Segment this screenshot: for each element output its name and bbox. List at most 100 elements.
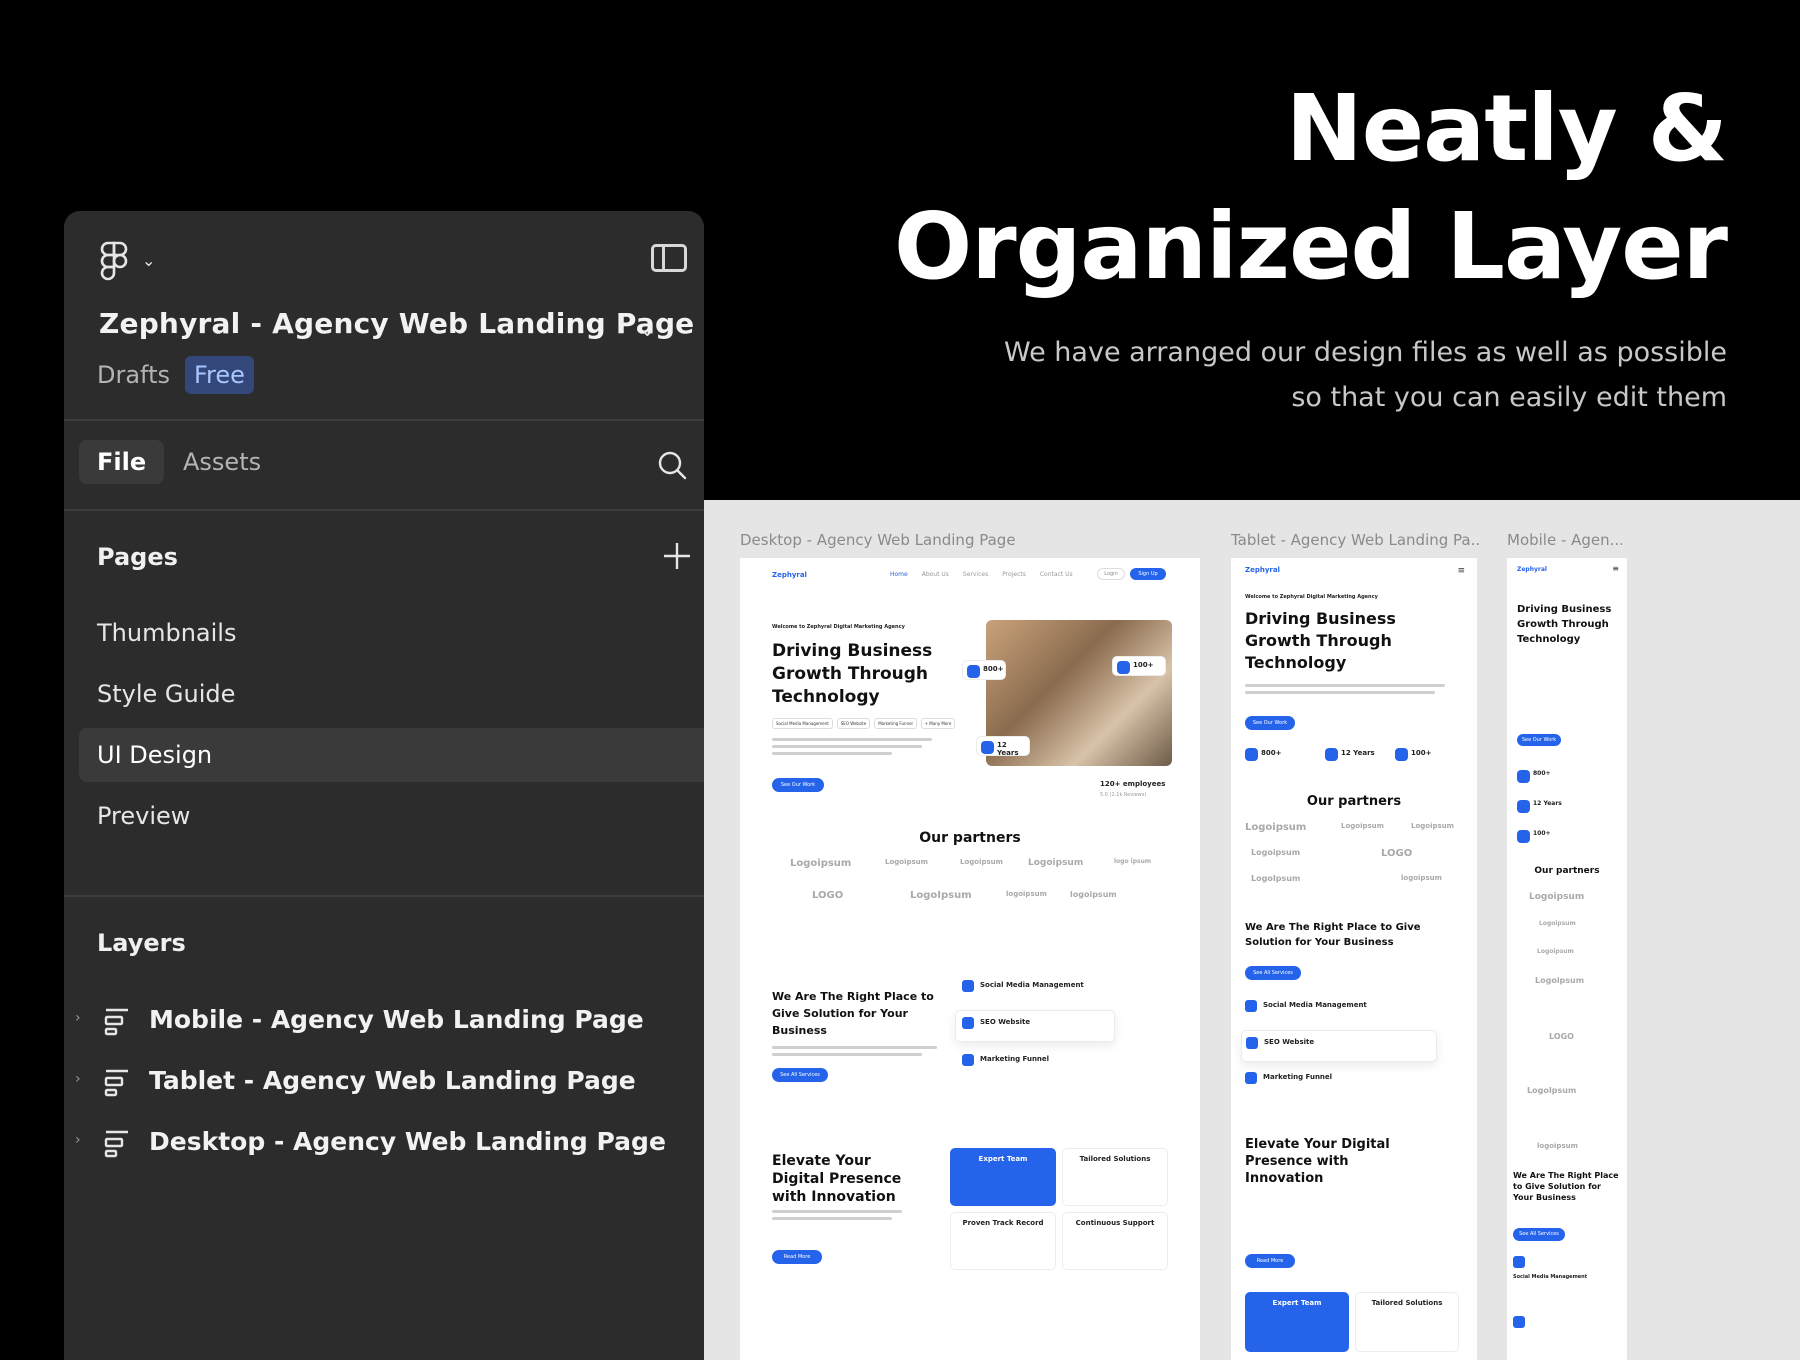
layer-row-tablet[interactable]: › Tablet - Agency Web Landing Page (64, 1055, 704, 1109)
layer-name: Tablet - Agency Web Landing Page (149, 1066, 636, 1095)
add-page-icon[interactable] (662, 541, 692, 571)
read-more-button[interactable]: Read More (772, 1250, 822, 1264)
nav-services[interactable]: Services (963, 571, 988, 578)
page-item-style-guide[interactable]: Style Guide (79, 667, 704, 721)
file-title[interactable]: Zephyral - Agency Web Landing Page (99, 307, 694, 340)
service-title: Marketing Funnel (980, 1055, 1050, 1063)
stat-icon (967, 665, 980, 678)
tab-file[interactable]: File (79, 440, 165, 484)
text-placeholder (772, 1210, 902, 1213)
feature-title: Continuous Support (1075, 1219, 1155, 1227)
service-title: SEO Website (1264, 1038, 1315, 1046)
hamburger-menu-icon[interactable]: ≡ (1457, 566, 1465, 576)
read-more-button[interactable]: Read More (1245, 1254, 1295, 1268)
login-button[interactable]: Login (1097, 568, 1125, 580)
feature-title: Expert Team (978, 1155, 1028, 1163)
tag: Marketing Funnel (874, 718, 917, 729)
stat-icon (1517, 830, 1530, 843)
layers-title: Layers (97, 929, 186, 957)
signup-button[interactable]: Sign Up (1130, 568, 1166, 580)
service-title: Marketing Funnel (1263, 1073, 1333, 1081)
text-placeholder (772, 1046, 937, 1049)
text-placeholder (1245, 684, 1445, 687)
service-title: SEO Website (980, 1018, 1031, 1026)
partner-logo: Logoipsum (790, 858, 852, 869)
service-icon (1245, 1000, 1257, 1012)
rating-text: 5.0 (2.1k Reviews) (1100, 792, 1147, 798)
partner-logo: Logoipsum (1535, 976, 1585, 985)
see-all-services-button[interactable]: See All Services (772, 1068, 828, 1082)
figma-logo-icon[interactable] (100, 241, 128, 281)
feature-card: Expert Team (950, 1148, 1056, 1206)
desktop-frame-label[interactable]: Desktop - Agency Web Landing Page (740, 531, 1080, 549)
mobile-frame[interactable]: Zephyral ≡ Driving Business Growth Throu… (1507, 558, 1627, 1360)
hamburger-menu-icon[interactable]: ≡ (1612, 564, 1619, 573)
sidebar-toggle-icon[interactable] (651, 244, 687, 272)
see-all-services-button[interactable]: See All Services (1513, 1228, 1565, 1241)
nav-about[interactable]: About Us (922, 571, 949, 578)
page-item-thumbnails[interactable]: Thumbnails (79, 606, 704, 660)
nav-contact[interactable]: Contact Us (1040, 571, 1073, 578)
stat-value: 800+ (1261, 749, 1282, 757)
stat-icon (1117, 661, 1130, 674)
feature-card: Continuous Support (1062, 1212, 1168, 1270)
nav-home[interactable]: Home (890, 571, 908, 578)
page-item-preview[interactable]: Preview (79, 789, 704, 843)
design-canvas[interactable]: Desktop - Agency Web Landing Page Tablet… (704, 500, 1800, 1360)
headline-line-2: Organized Layer (894, 193, 1728, 300)
service-icon (962, 980, 974, 992)
feature-title: Tailored Solutions (1371, 1299, 1443, 1307)
nav-projects[interactable]: Projects (1002, 571, 1026, 578)
see-our-work-button[interactable]: See Our Work (1245, 716, 1295, 730)
partner-logo: Logoipsum (1539, 920, 1576, 927)
see-all-services-button[interactable]: See All Services (1245, 966, 1301, 980)
desktop-frame[interactable]: Zephyral Home About Us Services Projects… (740, 558, 1200, 1360)
layer-row-desktop[interactable]: › Desktop - Agency Web Landing Page (64, 1116, 704, 1170)
pages-section: Pages Thumbnails Style Guide UI Design P… (64, 511, 704, 897)
text-placeholder (772, 745, 922, 748)
brand-logo: Zephyral (1245, 566, 1280, 574)
text-placeholder (772, 1053, 922, 1056)
chevron-right-icon[interactable]: › (75, 1071, 81, 1087)
stat-card: 800+ (962, 660, 1006, 680)
partner-logo: logoipsum (1537, 1142, 1578, 1150)
chevron-down-icon[interactable]: ⌄ (142, 251, 155, 270)
chevron-right-icon[interactable]: › (75, 1132, 81, 1148)
tag: SEO Website (836, 718, 871, 729)
feature-card: Proven Track Record (950, 1212, 1056, 1270)
brand-logo: Zephyral (772, 571, 807, 579)
drafts-label[interactable]: Drafts (97, 361, 170, 389)
layer-name: Desktop - Agency Web Landing Page (149, 1127, 666, 1156)
subheadline-line-1: We have arranged our design files as wel… (1004, 337, 1727, 368)
tab-assets[interactable]: Assets (183, 448, 261, 476)
search-icon[interactable] (656, 449, 688, 481)
tablet-frame[interactable]: Zephyral ≡ Welcome to Zephyral Digital M… (1231, 558, 1477, 1360)
partner-logo: Logoipsum (1341, 822, 1384, 830)
chevron-right-icon[interactable]: › (75, 1010, 81, 1026)
see-our-work-button[interactable]: See Our Work (772, 778, 824, 792)
tag: Social Media Management (772, 718, 833, 729)
stat-value: 800+ (983, 665, 1004, 673)
tablet-frame-label[interactable]: Tablet - Agency Web Landing Pa... (1231, 531, 1481, 549)
layer-row-mobile[interactable]: › Mobile - Agency Web Landing Page (64, 994, 704, 1048)
feature-card: Tailored Solutions (1062, 1148, 1168, 1206)
services-title: We Are The Right Place to Give Solution … (1513, 1171, 1619, 1202)
partner-logo: logoipsum (1006, 890, 1047, 898)
stat-icon (1325, 748, 1338, 761)
mobile-frame-label[interactable]: Mobile - Agen... (1507, 531, 1622, 549)
hero-tags: Social Media Management SEO Website Mark… (772, 718, 956, 729)
partner-logo: Logoipsum (1251, 848, 1301, 857)
page-item-ui-design[interactable]: UI Design (79, 728, 704, 782)
file-header: ⌄ Zephyral - Agency Web Landing Page ⌄ D… (64, 211, 704, 421)
service-title: Social Media Management (1263, 1001, 1367, 1009)
partner-logo: Logoipsum (1028, 858, 1084, 868)
stat-icon (981, 741, 994, 754)
service-card: SEO Website (955, 1010, 1115, 1042)
partner-logo: Logoipsum (960, 858, 1003, 866)
see-our-work-button[interactable]: See Our Work (1517, 734, 1561, 746)
stat-icon (1517, 770, 1530, 783)
service-card: SEO Website (1241, 1030, 1437, 1062)
text-placeholder (1245, 691, 1435, 694)
chevron-down-icon[interactable]: ⌄ (639, 317, 656, 341)
service-title: Social Media Management (980, 981, 1084, 989)
